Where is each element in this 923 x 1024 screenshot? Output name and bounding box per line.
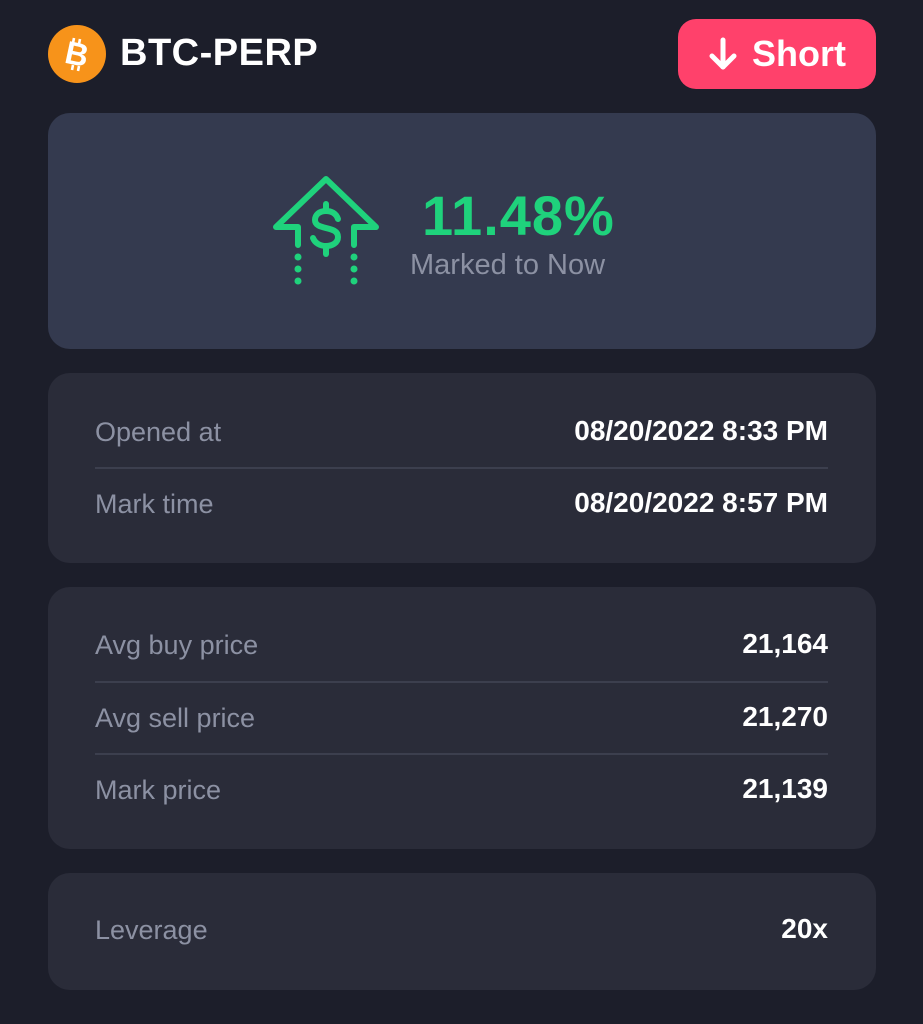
pnl-card: 11.48% Marked to Now — [48, 113, 876, 349]
prices-card: Avg buy price 21,164 Avg sell price 21,2… — [48, 587, 876, 849]
avg-buy-price-row: Avg buy price 21,164 — [95, 610, 828, 682]
opened-at-row: Opened at 08/20/2022 8:33 PM — [95, 397, 828, 469]
row-value: 08/20/2022 8:57 PM — [574, 487, 828, 518]
leverage-card: Leverage 20x — [48, 873, 876, 990]
mark-time-row: Mark time 08/20/2022 8:57 PM — [95, 469, 828, 541]
row-label: Avg buy price — [95, 630, 259, 660]
times-card: Opened at 08/20/2022 8:33 PM Mark time 0… — [48, 373, 876, 563]
svg-text:B: B — [62, 34, 92, 74]
short-button[interactable]: Short — [678, 19, 876, 89]
row-value: 20x — [781, 913, 828, 944]
avg-sell-price-row: Avg sell price 21,270 — [95, 683, 828, 755]
row-label: Opened at — [95, 417, 222, 447]
row-label: Mark price — [95, 775, 222, 805]
row-value: 08/20/2022 8:33 PM — [574, 415, 828, 446]
row-value: 21,270 — [742, 701, 828, 732]
bitcoin-icon: B — [48, 25, 106, 83]
arrow-down-icon — [709, 37, 737, 70]
row-value: 21,164 — [742, 628, 828, 659]
short-label: Short — [752, 33, 846, 74]
row-label: Leverage — [95, 915, 208, 945]
row-label: Mark time — [95, 489, 214, 519]
position-header: B BTC-PERP Short — [48, 18, 876, 90]
pnl-label: Marked to Now — [410, 249, 606, 281]
dollar-up-arrow-icon — [273, 176, 379, 285]
leverage-row: Leverage 20x — [95, 895, 828, 967]
row-label: Avg sell price — [95, 703, 256, 733]
mark-price-row: Mark price 21,139 — [95, 755, 828, 827]
row-value: 21,139 — [742, 773, 828, 804]
pair-title: BTC-PERP — [120, 32, 319, 74]
pnl-percentage: 11.48% — [422, 184, 615, 247]
